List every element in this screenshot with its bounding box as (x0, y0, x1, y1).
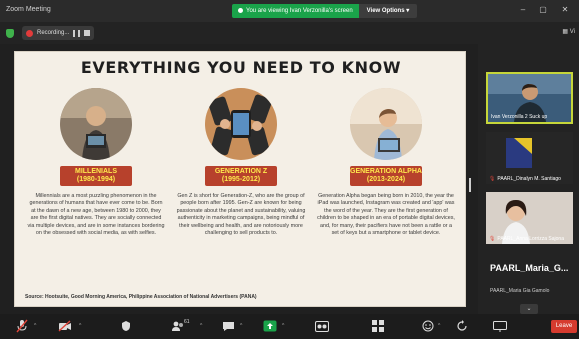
view-options-button[interactable]: View Options ▾ (358, 4, 418, 18)
restore-button[interactable]: ▢ (537, 5, 549, 14)
participant-name: Ivan Verzonilla 2 Suck up (491, 114, 548, 120)
refresh-icon (457, 320, 467, 331)
meeting-toolbar: ^ ^ 61 ^ ^ ^ ^ Leave (0, 314, 579, 339)
gen-z-photo (205, 88, 277, 160)
gen-alpha-label-name: GENERATION ALPHA (350, 168, 422, 175)
mic-muted-icon: 🎙 (489, 176, 496, 182)
participant-tile-active-speaker[interactable]: Ivan Verzonilla 2 Suck up (486, 72, 573, 124)
chat-icon (222, 321, 234, 331)
minimize-button[interactable]: – (517, 5, 529, 14)
security-button[interactable] (116, 318, 136, 334)
participant-tile[interactable]: 🎙 PAARL_Anna Lorrizza Sajona (486, 192, 573, 244)
view-options-label: View Options (366, 8, 405, 14)
chevron-up-icon[interactable]: ^ (240, 323, 242, 329)
stop-recording-icon[interactable] (84, 30, 91, 36)
reactions-button[interactable] (418, 318, 438, 334)
stop-video-button[interactable] (55, 318, 75, 334)
whiteboard-icon (493, 320, 507, 332)
presentation-slide: EVERYTHING YOU NEED TO KNOW MILLENIALS (… (14, 51, 466, 307)
gen-z-column: GENERATION Z (1995-2012) Gen Z is short … (172, 88, 310, 237)
panel-resize-handle[interactable] (469, 178, 471, 192)
shared-screen: EVERYTHING YOU NEED TO KNOW MILLENIALS (… (0, 44, 478, 314)
viewing-status-text: You are viewing Ivan Verzonilla's screen (246, 8, 353, 14)
gen-alpha-column: GENERATION ALPHA (2013-2024) Generation … (317, 88, 455, 237)
millennials-column: MILLENIALS (1980-1994) Millennials are a… (27, 88, 165, 237)
recording-bar: Recording... ▦ Vi (0, 22, 579, 44)
mic-muted-icon (16, 319, 28, 333)
share-screen-icon (263, 320, 277, 332)
view-button-label: Vi (569, 29, 575, 35)
gen-z-label: GENERATION Z (1995-2012) (205, 166, 277, 186)
participant-name: PAARL_Anna Lorrizza Sajona (497, 236, 564, 242)
chevron-up-icon[interactable]: ^ (79, 323, 81, 329)
chevron-up-icon[interactable]: ^ (200, 323, 202, 329)
chevron-up-icon[interactable]: ^ (438, 323, 440, 329)
security-shield-icon (122, 321, 130, 331)
chevron-down-icon[interactable]: ⌄ (520, 304, 538, 314)
participants-count: 61 (184, 319, 190, 325)
participant-tile[interactable]: 🎙 PAARL_Dinalyn M. Santiago (486, 132, 573, 184)
featured-participant-name: PAARL_Maria_G... (490, 263, 569, 273)
whiteboard-button[interactable] (490, 318, 510, 334)
shield-icon[interactable] (6, 29, 14, 38)
slide-source: Source: Hootsuite, Good Morning America,… (25, 294, 257, 300)
millennials-description: Millennials are a most puzzling phenomen… (27, 193, 165, 237)
record-icon (315, 320, 329, 332)
gen-alpha-photo (350, 88, 422, 160)
leave-button[interactable]: Leave (551, 320, 577, 333)
slide-title: EVERYTHING YOU NEED TO KNOW (80, 58, 402, 77)
recording-label: Recording... (37, 30, 70, 36)
participants-panel: Ivan Verzonilla 2 Suck up 🎙 PAARL_Dinalyn… (480, 68, 579, 314)
record-button[interactable] (312, 318, 332, 334)
mute-button[interactable] (12, 318, 32, 334)
millennials-label-name: MILLENIALS (75, 168, 117, 175)
participants-icon (172, 321, 183, 331)
apps-button[interactable] (368, 318, 388, 334)
smiley-icon (422, 320, 434, 332)
chevron-up-icon[interactable]: ^ (34, 323, 36, 329)
apps-grid-icon (372, 320, 384, 332)
mic-muted-icon: 🎙 (489, 236, 496, 242)
featured-participant-full-name: PAARL_Maria Gia Gamolo (490, 288, 550, 294)
grid-view-icon: ▦ (562, 29, 569, 35)
close-button[interactable]: ✕ (559, 5, 571, 14)
view-button[interactable]: ▦ Vi (562, 28, 575, 35)
title-bar: Zoom Meeting You are viewing Ivan Verzon… (0, 0, 579, 22)
gen-alpha-description: Generation Alpha began being born in 201… (317, 193, 455, 237)
viewing-banner: You are viewing Ivan Verzonilla's screen… (232, 4, 418, 18)
millennials-label: MILLENIALS (1980-1994) (60, 166, 132, 186)
share-screen-button[interactable] (260, 318, 280, 334)
window-title: Zoom Meeting (6, 6, 51, 13)
status-dot-icon (238, 7, 243, 13)
gen-z-description: Gen Z is short for Generation-Z, who are… (176, 193, 306, 237)
gen-alpha-label: GENERATION ALPHA (2013-2024) (350, 166, 422, 186)
millennials-photo (60, 88, 132, 160)
recording-indicator: Recording... (22, 26, 95, 40)
chat-button[interactable] (218, 318, 238, 334)
gen-z-label-name: GENERATION Z (214, 168, 268, 175)
gen-z-label-years: (1995-2012) (221, 176, 261, 183)
gen-alpha-label-years: (2013-2024) (366, 176, 406, 183)
zoom-window: Zoom Meeting You are viewing Ivan Verzon… (0, 0, 579, 339)
chevron-down-icon: ▾ (406, 8, 410, 14)
millennials-label-years: (1980-1994) (76, 176, 116, 183)
chevron-up-icon[interactable]: ^ (282, 323, 284, 329)
more-button[interactable] (452, 318, 472, 334)
participant-name: PAARL_Dinalyn M. Santiago (497, 176, 561, 182)
camera-off-icon (58, 320, 71, 332)
viewing-status: You are viewing Ivan Verzonilla's screen (232, 4, 359, 18)
record-dot-icon (26, 29, 33, 37)
pause-recording-icon[interactable] (73, 29, 81, 37)
